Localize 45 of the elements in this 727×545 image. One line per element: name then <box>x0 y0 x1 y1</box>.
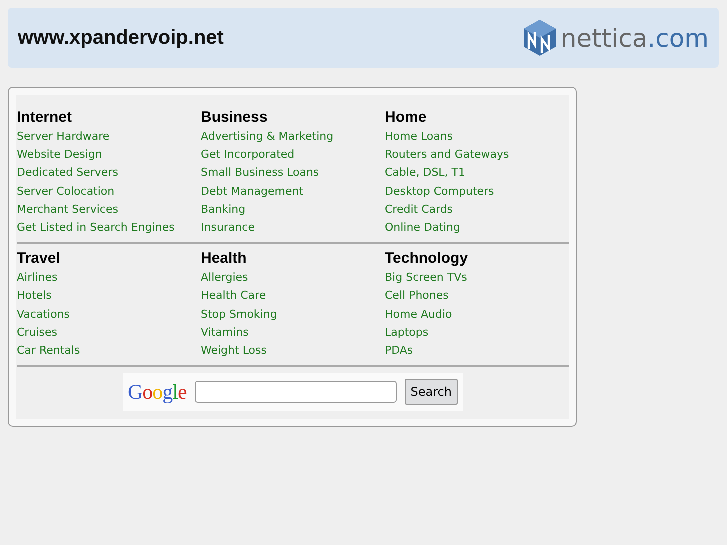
category-link[interactable]: Hotels <box>17 287 201 306</box>
category-link[interactable]: Health Care <box>201 287 385 306</box>
search-field[interactable] <box>194 381 397 404</box>
category-link[interactable]: Dedicated Servers <box>17 164 201 183</box>
category-link[interactable]: Insurance <box>201 219 385 238</box>
category-link[interactable]: Cell Phones <box>385 287 569 306</box>
category-link[interactable]: Car Rentals <box>17 342 201 360</box>
category-heading: Health <box>201 250 248 268</box>
brand-logo: nettica.com <box>560 24 709 52</box>
category-link[interactable]: Server Hardware <box>17 128 201 146</box>
category-link[interactable]: Advertising & Marketing <box>201 128 385 146</box>
category-link[interactable]: Home Loans <box>385 128 569 146</box>
category-link[interactable]: Get Incorporated <box>201 146 385 164</box>
category-heading: Internet <box>17 109 74 127</box>
cube-logo-icon <box>522 19 557 57</box>
category-link[interactable]: Weight Loss <box>201 342 385 360</box>
category-link[interactable]: Cable, DSL, T1 <box>385 164 569 183</box>
category-link[interactable]: Desktop Computers <box>385 182 569 201</box>
category-link[interactable]: Routers and Gateways <box>385 146 569 164</box>
category-link[interactable]: Website Design <box>17 146 201 164</box>
category-heading: Business <box>201 109 269 127</box>
category-link[interactable]: Vacations <box>17 306 201 324</box>
category-link[interactable]: Small Business Loans <box>201 164 385 183</box>
category-link[interactable]: Merchant Services <box>17 200 201 220</box>
category-link[interactable]: Airlines <box>17 269 201 288</box>
category-link[interactable]: Online Dating <box>385 219 569 238</box>
google-logo: Google <box>128 380 187 405</box>
category-link[interactable]: Debt Management <box>201 182 385 201</box>
site-title: www.xpandervoip.net <box>18 26 224 50</box>
category-link[interactable]: Server Colocation <box>17 182 201 201</box>
category-link[interactable]: Big Screen TVs <box>385 269 569 288</box>
category-heading: Home <box>385 109 428 127</box>
search-button[interactable]: Search <box>404 379 458 406</box>
category-link[interactable]: Vitamins <box>201 324 385 342</box>
category-link[interactable]: Laptops <box>385 324 569 342</box>
category-link[interactable]: Cruises <box>17 324 201 342</box>
category-link[interactable]: Home Audio <box>385 306 569 324</box>
category-link[interactable]: Credit Cards <box>385 200 569 220</box>
category-link[interactable]: Allergies <box>201 269 385 288</box>
category-heading: Technology <box>385 250 470 268</box>
category-link[interactable]: PDAs <box>385 342 569 360</box>
category-link[interactable]: Stop Smoking <box>201 306 385 324</box>
category-link[interactable]: Get Listed in Search Engines <box>17 219 201 238</box>
category-link[interactable]: Banking <box>201 200 385 220</box>
category-heading: Travel <box>17 250 62 268</box>
